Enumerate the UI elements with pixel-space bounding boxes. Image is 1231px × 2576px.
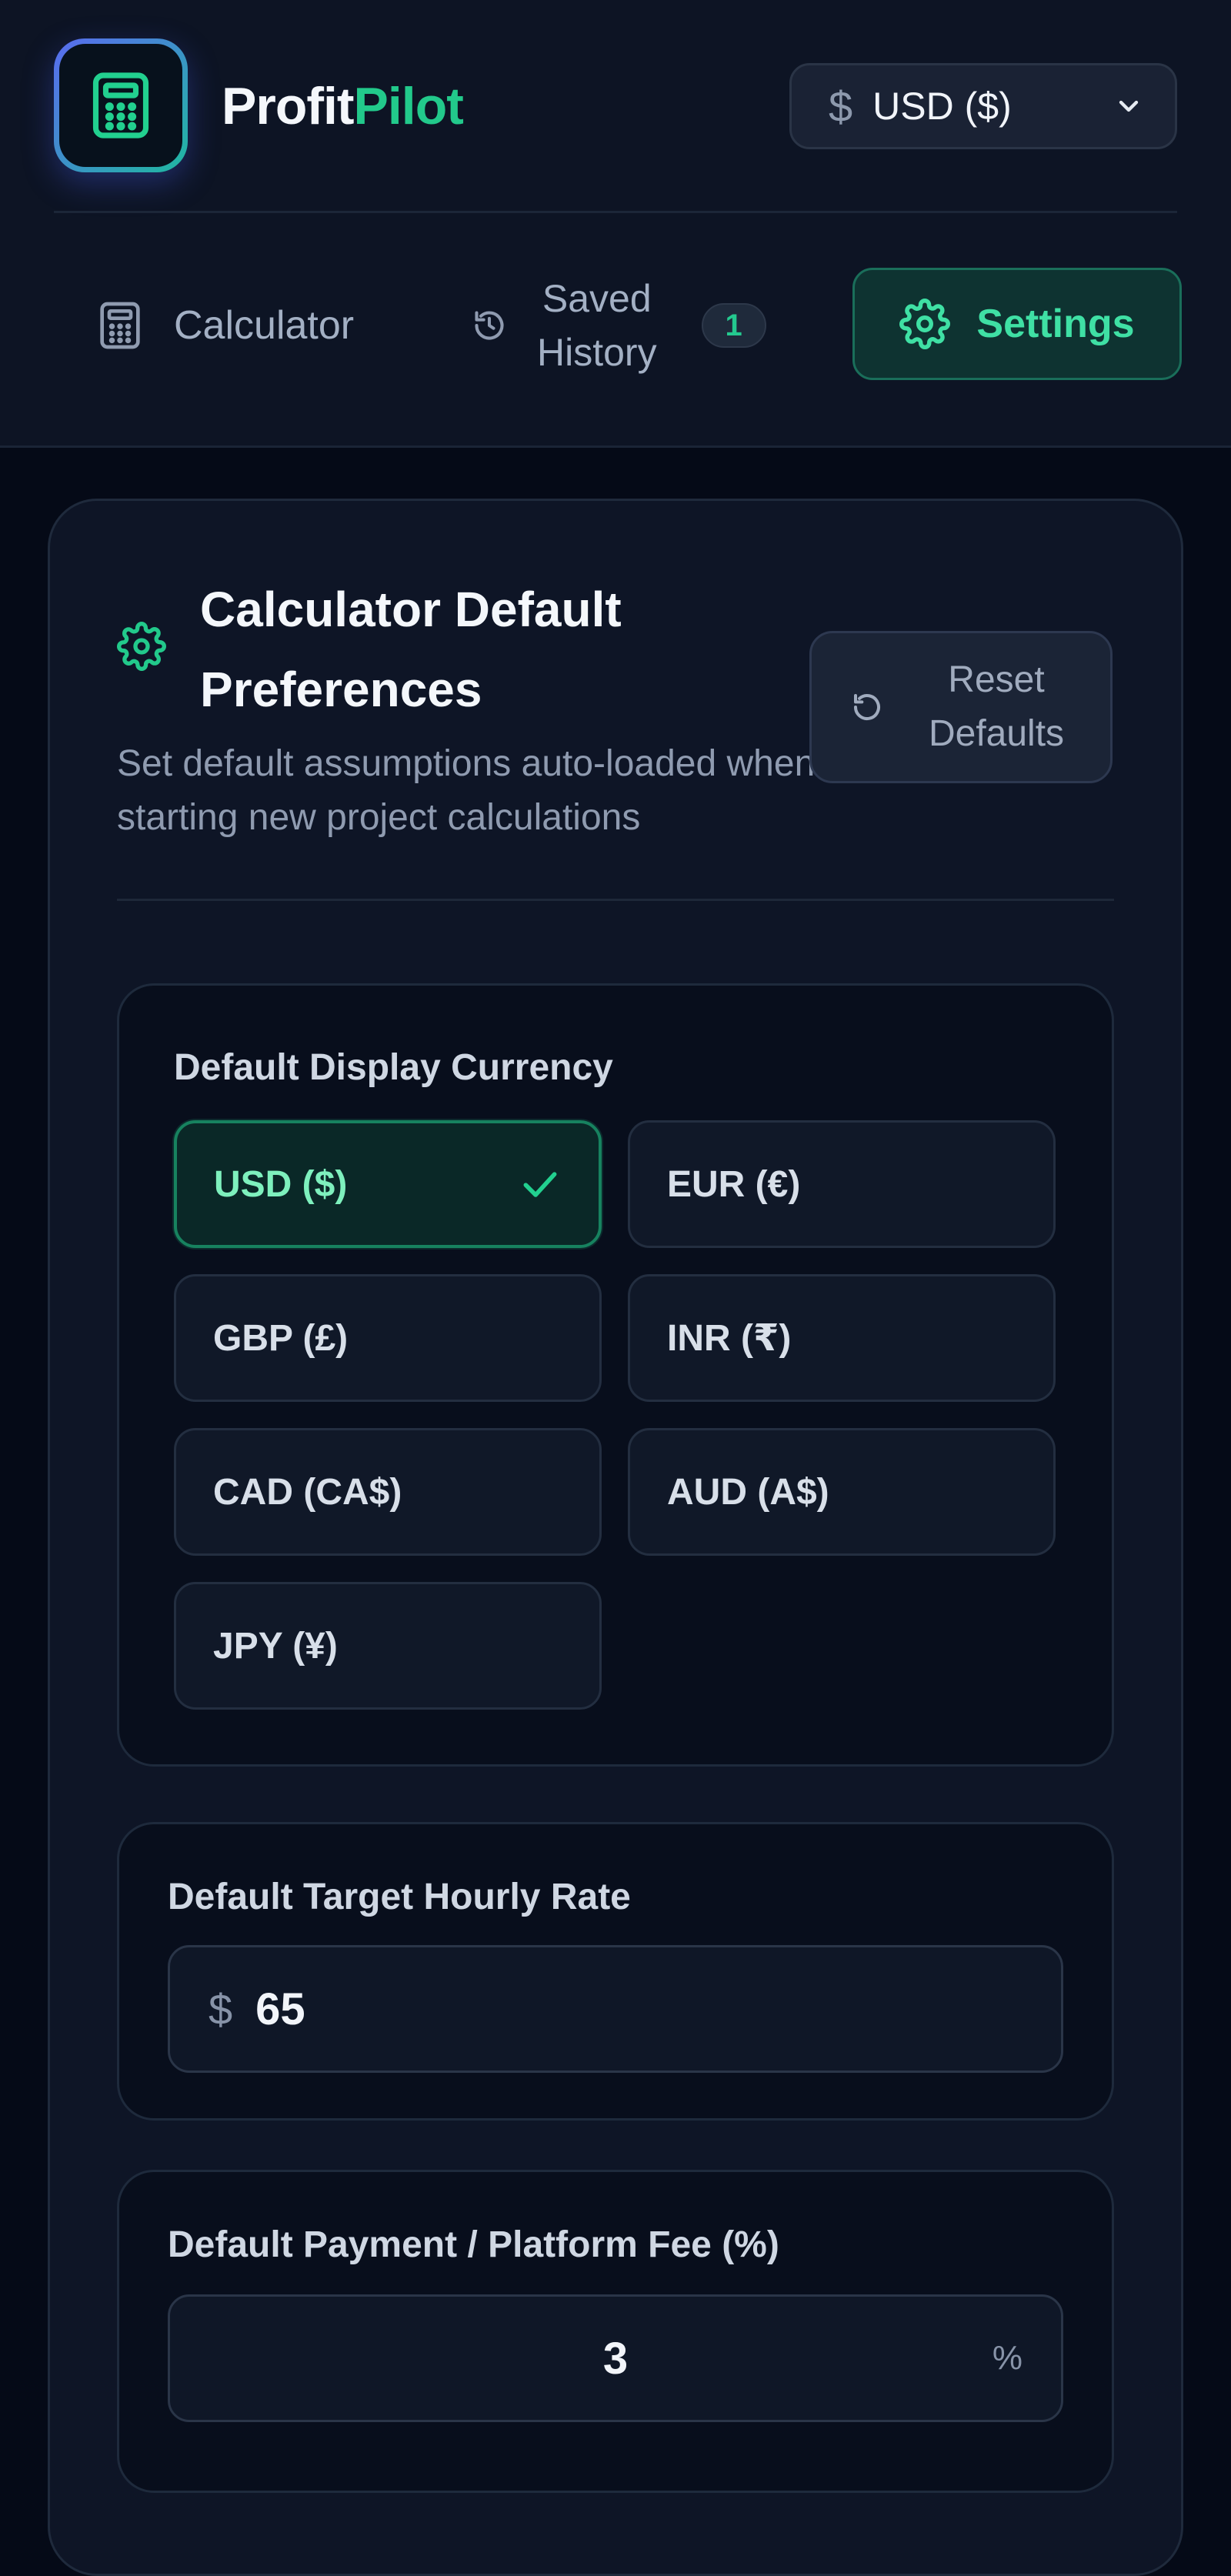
hourly-rate-input[interactable]: $ 65 — [168, 1945, 1063, 2073]
check-icon — [523, 1172, 557, 1197]
currency-option-label: JPY (¥) — [213, 1625, 338, 1667]
currency-section-label: Default Display Currency — [174, 1047, 613, 1088]
calculator-logo-icon — [92, 72, 149, 138]
tab-calculator-label: Calculator — [174, 303, 355, 348]
currency-option-eur[interactable]: EUR (€) — [628, 1120, 1056, 1248]
tab-calculator[interactable]: Calculator — [98, 292, 354, 359]
brand-name-part1: Profit — [222, 77, 355, 135]
percent-suffix: % — [992, 2339, 1022, 2377]
platform-fee-value: 3 — [602, 2333, 629, 2384]
currency-option-cad[interactable]: CAD (CA$) — [174, 1428, 602, 1556]
currency-option-gbp[interactable]: GBP (£) — [174, 1274, 602, 1402]
app-header: ProfitPilot $ USD ($) Calculator Saved H… — [0, 0, 1231, 448]
reset-defaults-label-line1: Reset — [948, 659, 1045, 700]
currency-option-label: INR (₹) — [667, 1318, 792, 1359]
tab-settings-label: Settings — [976, 302, 1135, 346]
hourly-rate-value: 65 — [255, 1984, 305, 2034]
app-logo — [54, 38, 188, 172]
calculator-icon — [100, 302, 140, 349]
dollar-prefix-icon: $ — [209, 1984, 233, 2034]
dollar-icon: $ — [829, 82, 853, 131]
currency-option-label: USD ($) — [214, 1163, 348, 1205]
history-count-badge: 1 — [701, 303, 766, 348]
header-currency-select[interactable]: $ USD ($) — [789, 63, 1177, 149]
header-currency-value: USD ($) — [872, 85, 1012, 128]
currency-option-label: CAD (CA$) — [213, 1471, 402, 1513]
reset-defaults-button[interactable]: Reset Defaults — [809, 631, 1113, 783]
settings-gear-icon — [117, 622, 166, 671]
preferences-title: Calculator Default Preferences — [200, 582, 622, 717]
currency-option-usd[interactable]: USD ($) — [174, 1120, 602, 1248]
platform-fee-label: Default Payment / Platform Fee (%) — [168, 2224, 779, 2265]
header-divider — [54, 211, 1177, 213]
platform-fee-input[interactable]: 3 % — [168, 2294, 1063, 2422]
currency-option-label: GBP (£) — [213, 1317, 349, 1359]
reset-icon — [854, 694, 880, 720]
tab-saved-history-label-line2: History — [537, 331, 657, 374]
card-divider — [117, 899, 1114, 901]
tab-settings[interactable]: Settings — [852, 268, 1182, 380]
gear-icon — [899, 299, 951, 349]
brand-name-part2: Pilot — [353, 77, 464, 135]
preferences-subtitle: Set default assumptions auto-loaded when… — [117, 743, 816, 838]
currency-option-aud[interactable]: AUD (A$) — [628, 1428, 1056, 1556]
tab-saved-history-label-line1: Saved — [542, 277, 652, 320]
currency-option-inr[interactable]: INR (₹) — [628, 1274, 1056, 1402]
history-icon — [475, 311, 504, 340]
hourly-rate-label: Default Target Hourly Rate — [168, 1877, 631, 1917]
brand-name: ProfitPilot — [222, 75, 464, 137]
currency-option-jpy[interactable]: JPY (¥) — [174, 1582, 602, 1710]
reset-defaults-label-line2: Defaults — [928, 713, 1065, 754]
currency-option-label: EUR (€) — [667, 1163, 801, 1205]
tab-saved-history[interactable]: Saved History 1 — [472, 268, 766, 383]
reset-defaults-label: Reset Defaults — [904, 653, 1089, 761]
currency-option-label: AUD (A$) — [667, 1471, 829, 1513]
tab-saved-history-label: Saved History — [537, 272, 657, 379]
chevron-down-icon — [1119, 100, 1139, 112]
